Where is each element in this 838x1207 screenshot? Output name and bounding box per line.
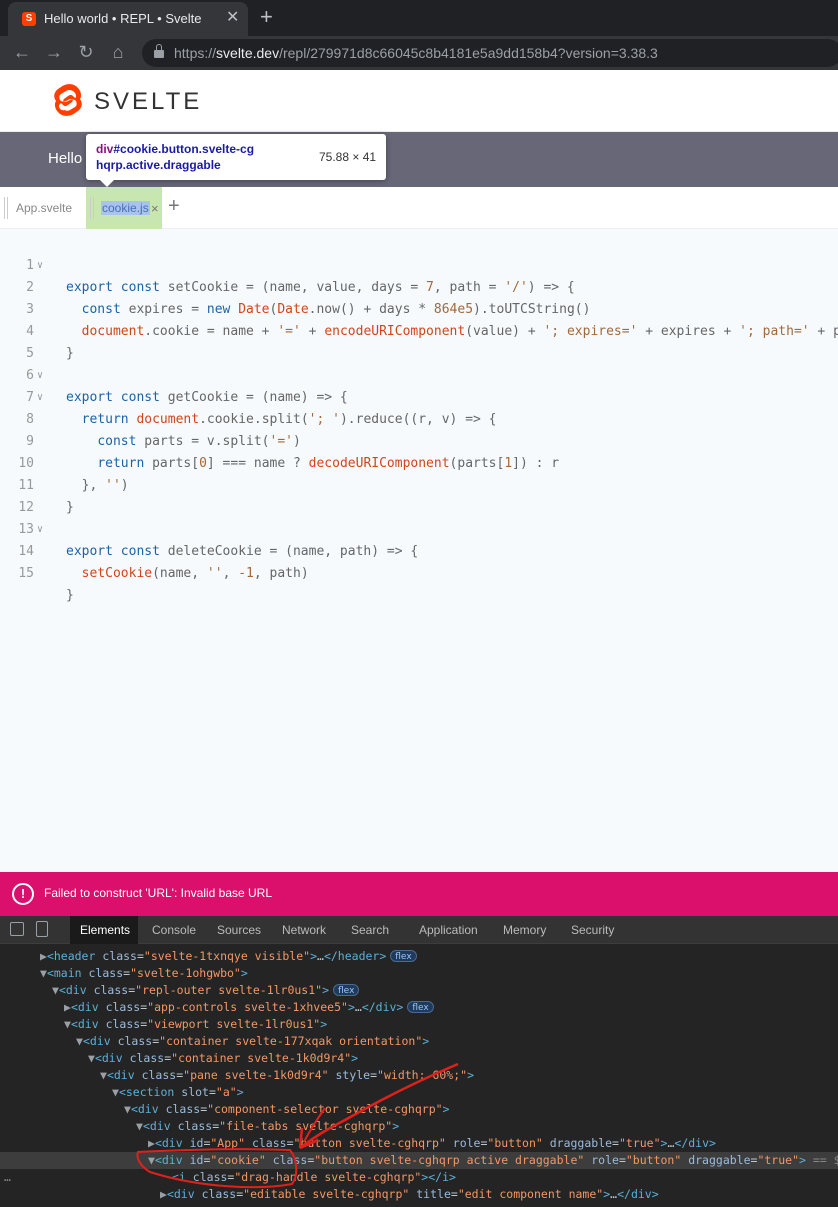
dom-node[interactable]: <i class="drag-handle svelte-cghqrp"></i… xyxy=(0,1169,838,1186)
dom-node[interactable]: ▶<div class="editable svelte-cghqrp" tit… xyxy=(0,1186,838,1203)
tab-network[interactable]: Network xyxy=(282,923,326,937)
code-line: 4 } xyxy=(0,299,838,361)
code-line: 6 ∨ export const getCookie = (name) => { xyxy=(0,343,838,405)
dom-node[interactable]: ▼<main class="svelte-1ohgwbo"> xyxy=(0,965,838,982)
selected-node-marker: == $0 xyxy=(812,1153,838,1167)
code-line: 3 document.cookie = name + '=' + encodeU… xyxy=(0,277,838,339)
browser-tab[interactable]: S Hello world • REPL • Svelte ✕ xyxy=(8,2,248,36)
code-line: 1 ∨ export const setCookie = (name, value… xyxy=(0,233,838,295)
home-icon[interactable]: ⌂ xyxy=(106,40,130,64)
url-scheme: https:// xyxy=(174,45,217,61)
brand-wordmark[interactable]: SVELTE xyxy=(94,88,202,116)
code-line: 12 xyxy=(0,475,838,515)
dom-node[interactable]: ▼<div class="repl-outer svelte-1lr0us1">… xyxy=(0,982,838,999)
back-arrow-icon[interactable]: ← xyxy=(10,40,34,64)
browser-toolbar: ← → ↻ ⌂ https://svelte.dev/repl/279971d8… xyxy=(0,36,838,70)
tooltip-selector-tag: div xyxy=(96,142,114,156)
reload-icon[interactable]: ↻ xyxy=(74,40,98,64)
app-title[interactable]: Hello xyxy=(48,150,82,167)
tab-security[interactable]: Security xyxy=(571,923,614,937)
error-bar: ! Failed to construct 'URL': Invalid bas… xyxy=(0,872,838,916)
tooltip-arrow xyxy=(100,180,114,187)
tab-console[interactable]: Console xyxy=(152,923,196,937)
close-file-icon[interactable]: × xyxy=(151,201,159,216)
site-header: SVELTE xyxy=(0,70,838,132)
browser-tabstrip: S Hello world • REPL • Svelte ✕ + xyxy=(0,0,838,36)
error-icon: ! xyxy=(12,883,34,905)
code-line: 2 const expires = new Date(Date.now() + … xyxy=(0,255,838,317)
file-tabs: App.svelte cookie.js × + xyxy=(0,187,838,229)
browser-tab-title: Hello world • REPL • Svelte xyxy=(44,11,202,26)
file-tab-cookie[interactable]: cookie.js × xyxy=(86,187,162,229)
tooltip-size: 75.88 × 41 xyxy=(319,150,377,164)
code-text[interactable]: } xyxy=(66,585,74,607)
code-text[interactable]: setCookie(name, '', -1, path) xyxy=(66,563,309,585)
code-line: 5 xyxy=(0,321,838,361)
tab-search[interactable]: Search xyxy=(351,923,389,937)
dom-node[interactable]: ▶<div id="App" class="button svelte-cghq… xyxy=(0,1135,838,1152)
lock-icon[interactable] xyxy=(154,44,164,59)
close-tab-icon[interactable]: ✕ xyxy=(226,8,239,28)
dom-node[interactable]: ▼<section slot="a"> xyxy=(0,1084,838,1101)
tab-memory[interactable]: Memory xyxy=(503,923,546,937)
line-number: 15 xyxy=(18,566,34,581)
code-line: 11 } xyxy=(0,453,838,515)
devtools-tabs: Elements Console Sources Network Search … xyxy=(0,916,838,944)
tooltip-selector-classes: #cookie.button.svelte-cghqrp.active.drag… xyxy=(96,142,255,172)
file-tab-app[interactable]: App.svelte xyxy=(0,187,84,229)
file-tab-label: App.svelte xyxy=(16,201,73,215)
tab-sources[interactable]: Sources xyxy=(217,923,261,937)
code-line: 15 } xyxy=(0,541,838,603)
dom-node-selected[interactable]: … ▼<div id="cookie" class="button svelte… xyxy=(0,1152,838,1184)
url-host: svelte.dev xyxy=(216,45,280,61)
error-message: Failed to construct 'URL': Invalid base … xyxy=(44,886,273,900)
dom-node[interactable]: ▼<div class="file-tabs svelte-cghqrp"> xyxy=(0,1118,838,1135)
svelte-favicon-icon: S xyxy=(22,12,36,26)
dom-node[interactable]: ▶<div class="app-controls svelte-1xhvee5… xyxy=(0,999,838,1016)
drag-handle-icon[interactable] xyxy=(90,197,94,219)
code-editor[interactable]: 1 ∨ export const setCookie = (name, value… xyxy=(0,229,838,872)
inspect-tooltip: div#cookie.button.svelte-cghqrp.active.d… xyxy=(86,134,386,187)
dom-tree[interactable]: ▶<header class="svelte-1txnqye visible">… xyxy=(0,944,838,1207)
code-line: 14 setCookie(name, '', -1, path) xyxy=(0,519,838,581)
dom-node[interactable]: ▼<div class="container svelte-1k0d9r4"> xyxy=(0,1050,838,1067)
dom-node[interactable]: ▼<div class="viewport svelte-1lr0us1"> xyxy=(0,1016,838,1033)
tab-application[interactable]: Application xyxy=(419,923,478,937)
code-line: 13 ∨ export const deleteCookie = (name, p… xyxy=(0,497,838,559)
forward-arrow-icon[interactable]: → xyxy=(42,40,66,64)
dom-node[interactable]: ▼<div class="container svelte-177xqak or… xyxy=(0,1033,838,1050)
new-tab-button[interactable]: + xyxy=(260,4,273,30)
tooltip-selector: div#cookie.button.svelte-cghqrp.active.d… xyxy=(96,141,256,173)
file-tab-label[interactable]: cookie.js xyxy=(101,201,150,215)
add-file-button[interactable]: + xyxy=(168,195,180,218)
svelte-logo-icon[interactable] xyxy=(54,84,82,117)
code-line: 10 }, '') xyxy=(0,431,838,493)
devtools-panel: Elements Console Sources Network Search … xyxy=(0,916,838,1207)
tab-elements[interactable]: Elements xyxy=(80,923,131,937)
device-toolbar-icon[interactable] xyxy=(36,921,48,937)
code-line: 7 ∨ return document.cookie.split('; ').re… xyxy=(0,365,838,427)
url-path: /repl/279971d8c66045c8b4181e5a9dd158b4?v… xyxy=(279,45,658,61)
dom-node[interactable]: ▼<div class="pane svelte-1k0d9r4" style=… xyxy=(0,1067,838,1084)
dom-node[interactable]: ▼<div class="component-selector svelte-c… xyxy=(0,1101,838,1118)
dom-node[interactable]: ▶<header class="svelte-1txnqye visible">… xyxy=(0,948,838,965)
code-line: 9 return parts[0] === name ? decodeURICo… xyxy=(0,409,838,471)
code-line: 8 const parts = v.split('=') xyxy=(0,387,838,449)
inspect-element-icon[interactable] xyxy=(10,922,24,936)
address-bar[interactable]: https://svelte.dev/repl/279971d8c66045c8… xyxy=(142,39,838,67)
url-text[interactable]: https://svelte.dev/repl/279971d8c66045c8… xyxy=(174,45,658,61)
drag-handle-icon[interactable] xyxy=(4,197,8,219)
